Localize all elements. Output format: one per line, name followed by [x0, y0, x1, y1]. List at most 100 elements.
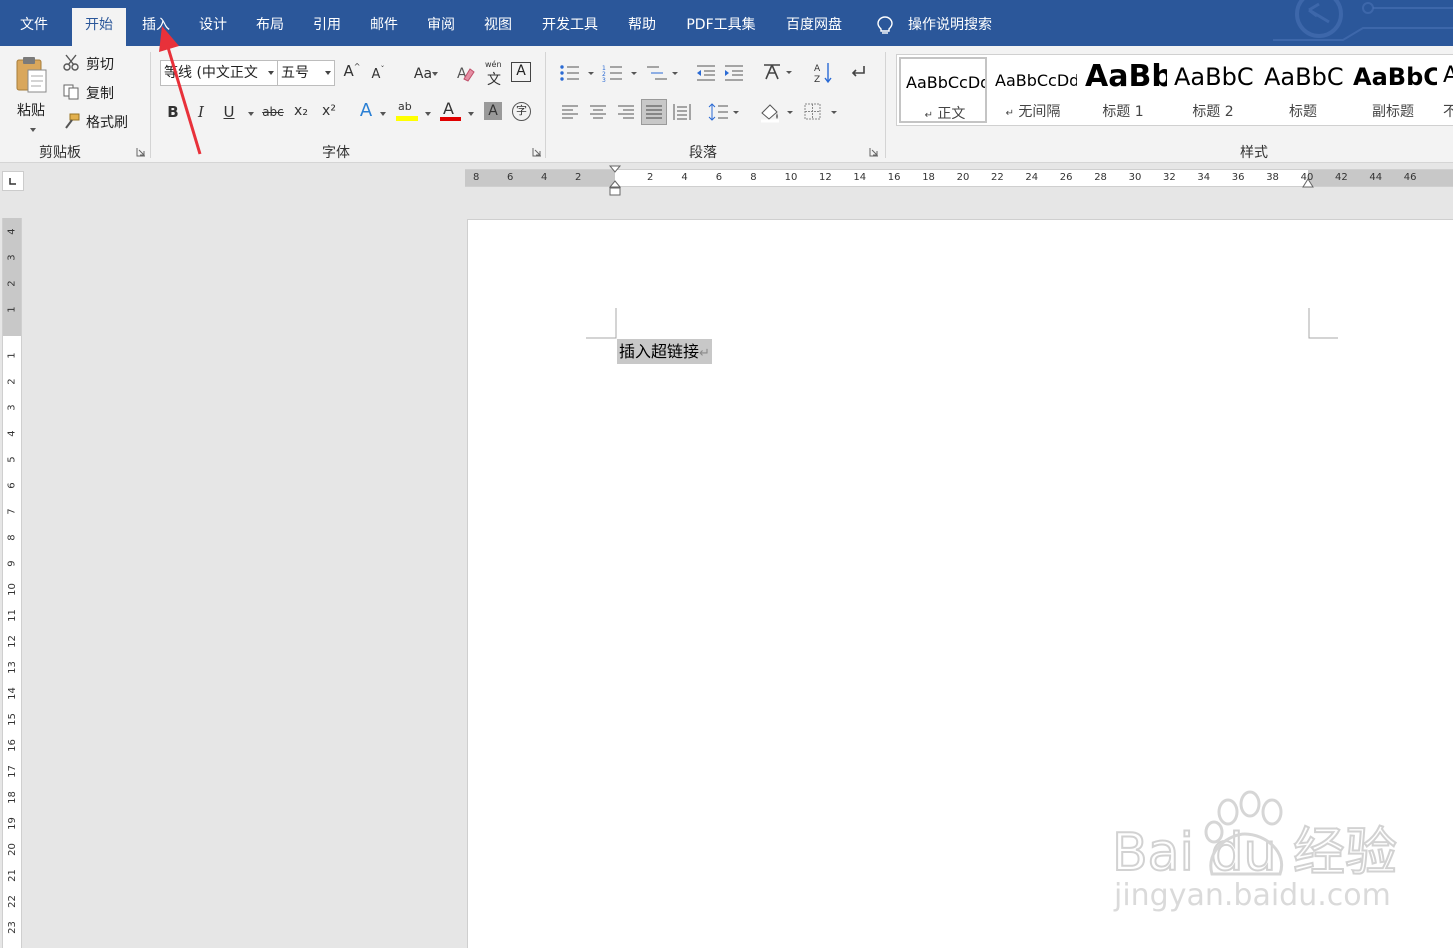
- font-color-button[interactable]: A: [440, 99, 462, 123]
- line-spacing-icon[interactable]: [708, 102, 742, 122]
- ruler-number: 18: [6, 791, 18, 804]
- paragraph-mark-icon: ↵: [924, 110, 933, 121]
- show-marks-icon[interactable]: [848, 63, 868, 83]
- paste-button[interactable]: 粘贴: [10, 52, 54, 132]
- ribbon-tab-bar: 文件 开始 插入 设计 布局 引用 邮件 审阅 视图 开发工具 帮助 PDF工具…: [0, 0, 1453, 46]
- align-right-icon[interactable]: [617, 103, 635, 121]
- ruler-number: 6: [715, 172, 723, 183]
- vertical-ruler[interactable]: 4321 1 2 3 4 5 6 7 8 9 10 11 12 13 14 15 16 17 18 19 20 21 22…: [2, 218, 22, 948]
- justify-icon: [646, 105, 662, 119]
- tab-help[interactable]: 帮助: [617, 8, 667, 46]
- cut-button[interactable]: 剪切: [62, 53, 142, 75]
- multilevel-list-icon[interactable]: [645, 63, 683, 83]
- phonetic-label: wén: [485, 60, 502, 69]
- numbering-icon[interactable]: 123: [602, 63, 640, 83]
- text-effects-dropdown-icon[interactable]: [380, 112, 386, 116]
- format-painter-button[interactable]: 格式刷: [62, 111, 142, 133]
- watermark-url: jingyan.baidu.com: [1114, 878, 1391, 913]
- phonetic-guide-button[interactable]: wén 文: [484, 60, 506, 88]
- tab-home[interactable]: 开始: [72, 8, 126, 46]
- ruler-number: 2: [6, 280, 18, 287]
- justify-button[interactable]: [641, 99, 667, 125]
- tab-review[interactable]: 审阅: [416, 8, 466, 46]
- style-more[interactable]: A 不: [1439, 57, 1453, 123]
- style-heading-1[interactable]: AaBb 标题 1: [1079, 57, 1167, 123]
- style-heading-2[interactable]: AaBbC 标题 2: [1169, 57, 1257, 123]
- chevron-down-icon: [432, 72, 438, 76]
- clear-formatting-icon[interactable]: A: [455, 63, 475, 83]
- paragraph-launcher-icon[interactable]: [869, 147, 879, 157]
- style-normal[interactable]: AaBbCcDd ↵ 正文: [899, 57, 987, 123]
- font-group-label: 字体: [322, 145, 350, 161]
- chinese-layout-icon[interactable]: [762, 61, 796, 83]
- chevron-down-icon: [325, 71, 331, 75]
- style-name: 标题 1: [1102, 104, 1144, 120]
- character-border-button[interactable]: A: [511, 62, 531, 82]
- enclose-characters-button[interactable]: 字: [512, 102, 531, 121]
- decrease-indent-icon[interactable]: [695, 63, 717, 83]
- character-shading-button[interactable]: A: [484, 102, 502, 120]
- paste-dropdown-icon[interactable]: [30, 128, 36, 132]
- subscript-button[interactable]: x₂: [290, 103, 312, 119]
- font-color-dropdown-icon[interactable]: [468, 112, 474, 116]
- ruler-number: 8: [473, 172, 480, 183]
- tab-layout[interactable]: 布局: [245, 8, 295, 46]
- superscript-button[interactable]: x²: [318, 103, 340, 119]
- font-launcher-icon[interactable]: [532, 147, 542, 157]
- style-sample: AaBbCcDd: [906, 73, 987, 92]
- borders-icon[interactable]: [803, 102, 841, 122]
- bullets-icon[interactable]: [559, 63, 597, 83]
- tab-file[interactable]: 文件: [8, 8, 60, 46]
- ruler-number: 44: [1369, 172, 1383, 183]
- ruler-number: 6: [507, 172, 514, 183]
- tab-references[interactable]: 引用: [302, 8, 352, 46]
- ruler-number: 12: [819, 172, 832, 183]
- grow-font-button[interactable]: A^: [342, 62, 362, 80]
- ruler-number: 21: [6, 869, 18, 882]
- right-indent-marker-icon[interactable]: [1301, 178, 1315, 190]
- distributed-icon[interactable]: [673, 103, 691, 121]
- change-case-button[interactable]: Aa: [404, 64, 442, 82]
- tab-baidu-netdisk[interactable]: 百度网盘: [774, 8, 854, 46]
- style-title[interactable]: AaBbC 标题: [1259, 57, 1347, 123]
- tab-view[interactable]: 视图: [473, 8, 523, 46]
- paragraph-group-label: 段落: [689, 145, 717, 161]
- strikethrough-button[interactable]: abc: [260, 105, 286, 119]
- selected-text[interactable]: 插入超链接↵: [617, 339, 712, 364]
- highlight-button[interactable]: ab: [396, 100, 420, 124]
- highlight-dropdown-icon[interactable]: [425, 112, 431, 116]
- group-divider: [885, 52, 886, 158]
- ribbon-home: 粘贴 剪切 复制 格式刷 剪贴板 等线 (中文正文 五号 A^ Aˇ Aa A …: [0, 46, 1453, 163]
- paragraph-mark-icon: ↵: [1005, 108, 1014, 119]
- ruler-number: 22: [991, 172, 1004, 183]
- shrink-font-button[interactable]: Aˇ: [368, 64, 388, 82]
- change-case-label: Aa: [413, 66, 433, 82]
- tab-mailings[interactable]: 邮件: [359, 8, 409, 46]
- ruler-top-margin: [3, 218, 21, 336]
- ruler-number: 7: [6, 508, 18, 515]
- underline-dropdown-icon[interactable]: [248, 112, 254, 116]
- tab-pdf-tools[interactable]: PDF工具集: [676, 8, 766, 46]
- tab-developer[interactable]: 开发工具: [530, 8, 610, 46]
- tell-me-search[interactable]: 操作说明搜索: [870, 8, 1010, 46]
- tab-selector[interactable]: [2, 171, 24, 191]
- red-arrow-pointer: [159, 26, 202, 155]
- align-center-icon[interactable]: [589, 103, 607, 121]
- sort-icon[interactable]: AZ: [813, 61, 835, 85]
- style-name: 副标题: [1372, 104, 1414, 120]
- shading-icon[interactable]: [759, 101, 797, 123]
- style-sample: AaBbC: [1174, 63, 1254, 91]
- indent-markers-icon[interactable]: [608, 165, 622, 197]
- copy-button[interactable]: 复制: [62, 82, 142, 104]
- style-subtitle[interactable]: AaBbC 副标题: [1349, 57, 1437, 123]
- ruler-number: 3: [6, 254, 18, 261]
- character-border-label: A: [516, 63, 526, 79]
- clipboard-launcher-icon[interactable]: [136, 147, 146, 157]
- underline-button[interactable]: U: [220, 103, 238, 121]
- style-name-no-spacing: ↵ 无间隔: [989, 101, 1077, 121]
- style-no-spacing[interactable]: AaBbCcDd ↵ 无间隔: [989, 57, 1077, 123]
- align-left-icon[interactable]: [561, 103, 579, 121]
- increase-indent-icon[interactable]: [723, 63, 745, 83]
- text-effects-button[interactable]: A: [356, 100, 376, 121]
- font-size-combo[interactable]: 五号: [277, 60, 335, 86]
